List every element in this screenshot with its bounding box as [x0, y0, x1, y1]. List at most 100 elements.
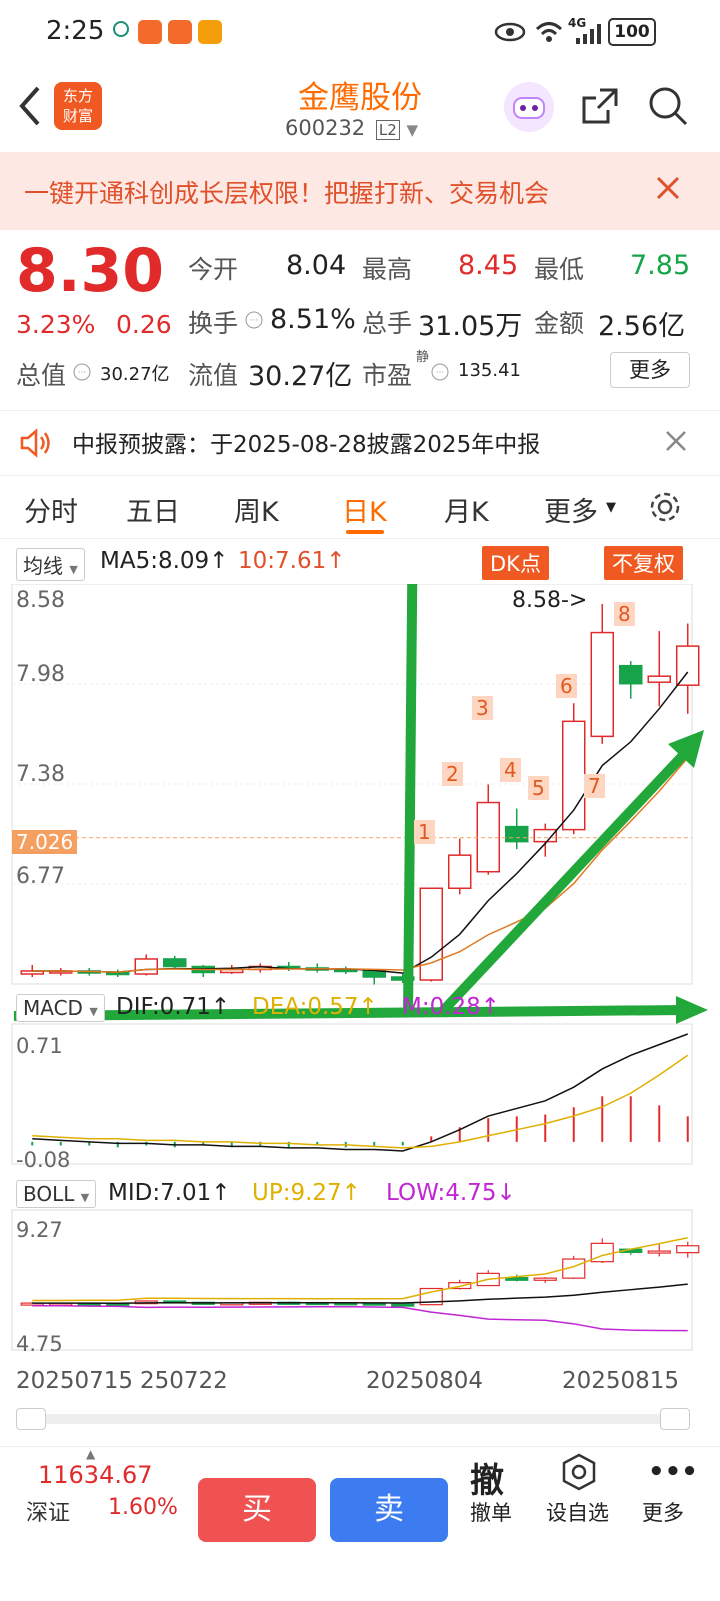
- index-value[interactable]: 11634.67: [38, 1461, 153, 1489]
- promo-banner[interactable]: 一键开通科创成长层权限！把握打新、交易机会: [0, 152, 720, 230]
- info-icon[interactable]: ···: [244, 310, 264, 334]
- sell-button[interactable]: 卖: [330, 1478, 448, 1542]
- notice-bar[interactable]: 中报预披露：于2025-08-28披露2025年中报: [0, 410, 720, 476]
- assistant-avatar-icon[interactable]: [504, 82, 554, 132]
- boll-axis-bottom: 4.75: [16, 1332, 63, 1356]
- macd-dea: DEA:0.57↑: [252, 994, 378, 1020]
- chart-scrollbar[interactable]: [16, 1408, 690, 1430]
- notice-text: 中报预披露：于2025-08-28披露2025年中报: [72, 432, 541, 458]
- svg-text:···: ···: [78, 368, 87, 378]
- signal-badge: 8: [614, 602, 635, 626]
- boll-low-line: [32, 1305, 688, 1332]
- search-icon[interactable]: [646, 84, 690, 132]
- date-label: 250722: [140, 1368, 228, 1394]
- svg-text:···: ···: [250, 316, 259, 326]
- tab-monthly[interactable]: 月K: [444, 490, 489, 529]
- price-axis-label: 7.38: [16, 762, 65, 787]
- chart-area: 均线 ▼ MA5:8.09↑ 10:7.61↑ DK点 不复权 8.58 7.9…: [0, 540, 720, 1440]
- scroll-handle-right[interactable]: [660, 1408, 690, 1430]
- candle-body: [590, 631, 614, 738]
- signal-badge: 2: [442, 762, 463, 786]
- wifi-icon: [534, 18, 564, 48]
- macd-axis-top: 0.71: [16, 1034, 63, 1058]
- turnover-label: 换手: [188, 309, 239, 338]
- macd-chart: [31, 1033, 689, 1152]
- pe-value: 135.41: [458, 360, 521, 381]
- boll-selector-label: BOLL: [23, 1182, 75, 1206]
- signal-badge: 1: [414, 820, 435, 844]
- low-value: 7.85: [630, 250, 691, 281]
- tab-five-day[interactable]: 五日: [126, 490, 180, 529]
- boll-axis-top: 9.27: [16, 1218, 63, 1242]
- tab-more[interactable]: 更多: [544, 490, 598, 529]
- level-badge: L2: [375, 120, 400, 140]
- boll-mid-line: [32, 1283, 688, 1305]
- adjust-mode-button[interactable]: 不复权: [604, 546, 683, 580]
- float-label: 流值: [188, 361, 239, 390]
- watchlist-icon[interactable]: [560, 1453, 598, 1495]
- macd-selector[interactable]: MACD ▼: [16, 994, 105, 1022]
- more-icon[interactable]: •••: [648, 1457, 698, 1487]
- price-axis-label: 6.77: [16, 864, 65, 889]
- volume-value: 31.05万: [418, 311, 523, 342]
- gear-icon[interactable]: [648, 490, 682, 528]
- candle-body: [562, 720, 586, 831]
- mktcap-value: 30.27亿: [100, 364, 170, 385]
- max-price-label: 8.58->: [512, 588, 588, 613]
- macd-axis-bottom: -0.08: [16, 1148, 71, 1172]
- candle-body: [476, 801, 500, 873]
- macd-m: M:0.28↑: [402, 994, 501, 1020]
- candle-body: [533, 828, 557, 843]
- battery-icon: 100: [608, 18, 656, 46]
- signal-badge: 3: [472, 696, 493, 720]
- share-icon[interactable]: [578, 84, 622, 132]
- boll-mid: MID:7.01↑: [108, 1180, 231, 1206]
- date-label: 20250815: [562, 1368, 680, 1394]
- signal-badge: 7: [584, 774, 605, 798]
- caret-down-icon: ▼: [606, 500, 616, 515]
- tab-weekly[interactable]: 周K: [234, 490, 279, 529]
- ma-selector[interactable]: 均线 ▼: [16, 548, 85, 581]
- caret-down-icon: ▼: [89, 1005, 98, 1018]
- dk-point-button[interactable]: DK点: [482, 546, 549, 580]
- volume-label: 总手: [362, 309, 413, 338]
- close-icon[interactable]: [654, 174, 682, 206]
- tab-intraday[interactable]: 分时: [24, 490, 78, 529]
- pe-label: 市盈: [362, 361, 413, 390]
- stock-code: 600232 L2 ▼: [285, 116, 418, 140]
- caret-down-icon: ▼: [80, 1191, 90, 1204]
- mktcap-label: 总值: [16, 361, 67, 390]
- more-label[interactable]: 更多: [642, 1497, 684, 1527]
- candle-body: [448, 854, 472, 890]
- boll-selector[interactable]: BOLL ▼: [16, 1180, 97, 1208]
- info-icon[interactable]: ···: [430, 362, 450, 386]
- turnover-value: 8.51%: [270, 304, 356, 335]
- info-icon[interactable]: ···: [72, 362, 92, 386]
- cancel-order-icon[interactable]: 撤: [470, 1453, 504, 1502]
- cancel-order-label[interactable]: 撤单: [470, 1497, 512, 1527]
- buy-button[interactable]: 买: [198, 1478, 316, 1542]
- chart-tabs: 分时 五日 周K 日K 月K 更多 ▼: [0, 476, 720, 539]
- more-quote-button[interactable]: 更多: [610, 352, 690, 388]
- change-percent: 3.23%: [16, 310, 96, 339]
- watchlist-label[interactable]: 设自选: [546, 1497, 609, 1527]
- index-name: 深证: [26, 1501, 71, 1526]
- boll-candle-body: [647, 1250, 671, 1254]
- chevron-down-icon[interactable]: ▼: [406, 121, 418, 139]
- status-time: 2:25: [46, 16, 105, 46]
- close-icon[interactable]: [664, 429, 688, 457]
- pe-sup: 静: [416, 350, 430, 365]
- macd-selector-label: MACD: [23, 996, 83, 1020]
- index-change: 1.60%: [108, 1495, 178, 1520]
- app-notification-icon: [198, 20, 222, 44]
- ma5-line: [32, 671, 689, 974]
- signal-badge: 4: [500, 758, 521, 782]
- high-value: 8.45: [458, 250, 519, 281]
- signal-badge: 5: [528, 776, 549, 800]
- tab-daily[interactable]: 日K: [342, 490, 387, 529]
- amount-value: 2.56亿: [598, 311, 686, 342]
- notification-icon: [112, 18, 130, 40]
- signal-icon: [574, 24, 602, 48]
- float-value: 30.27亿: [248, 361, 353, 392]
- scroll-handle-left[interactable]: [16, 1408, 46, 1430]
